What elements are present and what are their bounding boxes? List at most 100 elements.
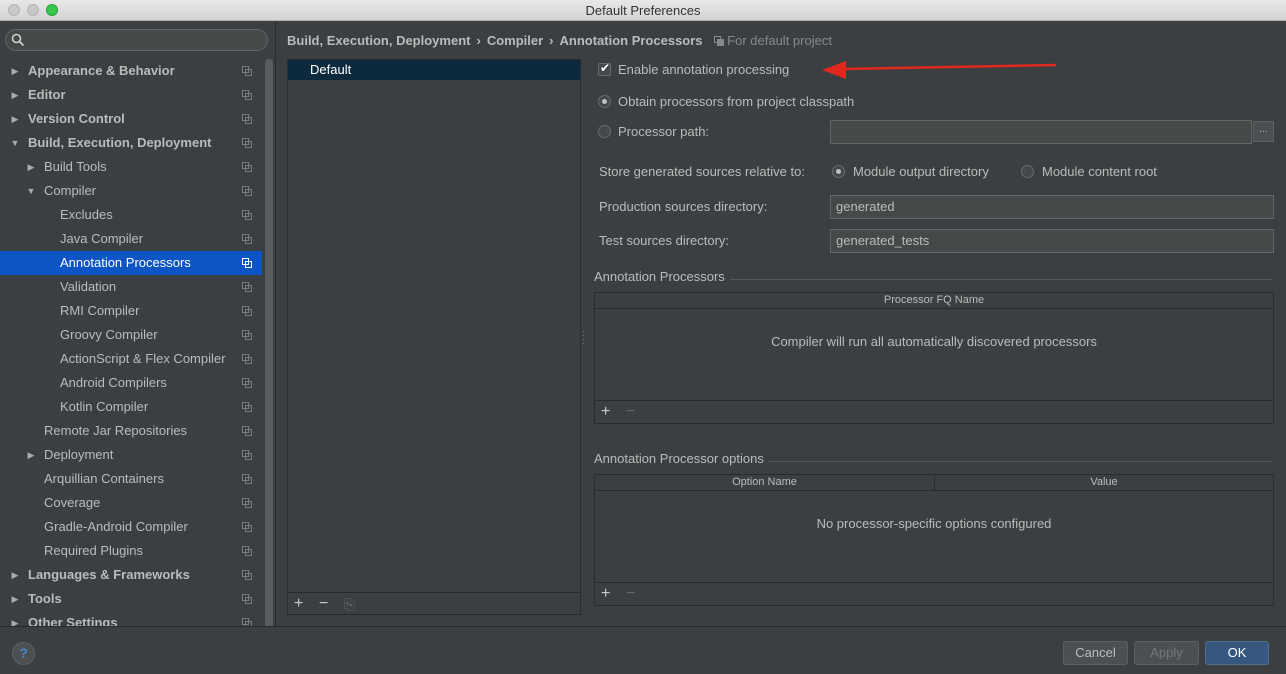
- check-icon: ✔: [600, 61, 611, 75]
- processor-path-label: Processor path:: [618, 124, 710, 139]
- collapsed-arrow-icon[interactable]: ▶: [10, 83, 20, 107]
- column-option-name[interactable]: Option Name: [595, 475, 934, 490]
- sidebar-item-appearance-behavior[interactable]: ▶ Appearance & Behavior: [0, 59, 262, 83]
- sidebar-item-excludes[interactable]: Excludes: [0, 203, 262, 227]
- sidebar-item-android-compilers[interactable]: Android Compilers: [0, 371, 262, 395]
- sidebar-item-arquillian-containers[interactable]: Arquillian Containers: [0, 467, 262, 491]
- project-scope-icon: [242, 66, 252, 76]
- processors-table-header: Processor FQ Name: [595, 293, 1273, 309]
- copy-profile-button[interactable]: ⎘: [344, 595, 355, 613]
- sidebar-item-deployment[interactable]: ▶ Deployment: [0, 443, 262, 467]
- project-scope-icon: [242, 210, 252, 220]
- project-scope-icon: [242, 450, 252, 460]
- close-window-button[interactable]: [8, 4, 20, 16]
- sidebar-item-label: Languages & Frameworks: [28, 567, 190, 582]
- section-divider: [768, 461, 1273, 462]
- search-icon: [11, 33, 25, 47]
- sidebar-item-remote-jar-repositories[interactable]: Remote Jar Repositories: [0, 419, 262, 443]
- collapsed-arrow-icon[interactable]: ▶: [10, 107, 20, 131]
- minimize-window-button[interactable]: [27, 4, 39, 16]
- zoom-window-button[interactable]: [46, 4, 58, 16]
- expanded-arrow-icon[interactable]: ▼: [10, 131, 20, 155]
- module-content-root-label: Module content root: [1042, 164, 1157, 179]
- project-scope-icon: [242, 594, 252, 604]
- sidebar-item-gradle-android-compiler[interactable]: Gradle-Android Compiler: [0, 515, 262, 539]
- sidebar-item-label: Excludes: [60, 207, 113, 222]
- sidebar-item-build-execution-deployment[interactable]: ▼ Build, Execution, Deployment: [0, 131, 262, 155]
- settings-search-input[interactable]: [5, 29, 268, 51]
- collapsed-arrow-icon[interactable]: ▶: [10, 563, 20, 587]
- add-option-button[interactable]: +: [601, 585, 610, 603]
- remove-profile-button[interactable]: −: [319, 595, 328, 613]
- test-dir-label: Test sources directory:: [599, 233, 730, 248]
- default-project-hint-text: For default project: [727, 33, 832, 48]
- module-content-root-radio[interactable]: [1021, 165, 1034, 178]
- sidebar-item-editor[interactable]: ▶ Editor: [0, 83, 262, 107]
- module-output-directory-radio[interactable]: [832, 165, 845, 178]
- enable-annotation-processing-checkbox[interactable]: ✔: [598, 61, 611, 76]
- breadcrumb-item: Build, Execution, Deployment: [287, 33, 471, 48]
- sidebar-item-tools[interactable]: ▶ Tools: [0, 587, 262, 611]
- apply-button[interactable]: Apply: [1134, 641, 1199, 665]
- settings-tree: ▶ Appearance & Behavior ▶ Editor ▶ Version Co…: [0, 59, 262, 626]
- column-processor-fq-name[interactable]: Processor FQ Name: [595, 293, 1273, 308]
- store-relative-label: Store generated sources relative to:: [599, 164, 805, 179]
- add-processor-button[interactable]: +: [601, 403, 610, 421]
- sidebar-item-label: Compiler: [44, 183, 97, 198]
- sidebar-item-languages-frameworks[interactable]: ▶ Languages & Frameworks: [0, 563, 262, 587]
- processor-path-radio[interactable]: [598, 125, 611, 138]
- collapsed-arrow-icon[interactable]: ▶: [10, 611, 20, 626]
- processor-path-browse-button[interactable]: ...: [1253, 121, 1274, 142]
- default-project-hint: For default project: [714, 33, 832, 48]
- sidebar-item-label: Validation: [60, 279, 117, 294]
- sidebar-item-actionscript-flex-compiler[interactable]: ActionScript & Flex Compiler: [0, 347, 262, 371]
- sidebar-item-label: Gradle-Android Compiler: [44, 519, 188, 534]
- ok-button[interactable]: OK: [1205, 641, 1269, 665]
- project-scope-icon: [242, 186, 252, 196]
- sidebar-item-annotation-processors[interactable]: Annotation Processors: [0, 251, 262, 275]
- sidebar-item-compiler[interactable]: ▼ Compiler: [0, 179, 262, 203]
- collapsed-arrow-icon[interactable]: ▶: [26, 443, 36, 467]
- splitter-handle[interactable]: · · · ·: [582, 328, 586, 348]
- project-scope-icon: [242, 402, 252, 412]
- breadcrumb: Build, Execution, Deployment › Compiler › An…: [287, 32, 832, 50]
- sidebar-item-label: Editor: [28, 87, 66, 102]
- project-scope-icon: [242, 354, 252, 364]
- sidebar-item-required-plugins[interactable]: Required Plugins: [0, 539, 262, 563]
- remove-option-button[interactable]: −: [626, 585, 635, 603]
- sidebar-item-label: Groovy Compiler: [60, 327, 158, 342]
- sidebar-item-label: Arquillian Containers: [44, 471, 164, 486]
- sidebar-item-label: Version Control: [28, 111, 125, 126]
- breadcrumb-item: Compiler: [486, 33, 544, 48]
- sidebar-item-build-tools[interactable]: ▶ Build Tools: [0, 155, 262, 179]
- processor-path-input[interactable]: [830, 120, 1252, 144]
- sidebar-item-kotlin-compiler[interactable]: Kotlin Compiler: [0, 395, 262, 419]
- sidebar-item-coverage[interactable]: Coverage: [0, 491, 262, 515]
- help-button[interactable]: ?: [12, 642, 35, 665]
- test-dir-input[interactable]: generated_tests: [830, 229, 1274, 253]
- column-value[interactable]: Value: [934, 475, 1273, 490]
- project-scope-icon: [242, 258, 252, 268]
- sidebar-item-label: Tools: [28, 591, 62, 606]
- sidebar-item-version-control[interactable]: ▶ Version Control: [0, 107, 262, 131]
- sidebar-item-label: ActionScript & Flex Compiler: [60, 351, 226, 366]
- production-dir-input[interactable]: generated: [830, 195, 1274, 219]
- project-scope-icon: [242, 90, 252, 100]
- collapsed-arrow-icon[interactable]: ▶: [10, 587, 20, 611]
- add-profile-button[interactable]: +: [294, 595, 303, 613]
- cancel-button[interactable]: Cancel: [1063, 641, 1128, 665]
- collapsed-arrow-icon[interactable]: ▶: [10, 59, 20, 83]
- profile-item-default[interactable]: Default: [288, 60, 580, 80]
- sidebar-item-validation[interactable]: Validation: [0, 275, 262, 299]
- processors-empty-text: Compiler will run all automatically disc…: [771, 334, 1097, 349]
- sidebar-item-java-compiler[interactable]: Java Compiler: [0, 227, 262, 251]
- sidebar-item-groovy-compiler[interactable]: Groovy Compiler: [0, 323, 262, 347]
- sidebar-item-other-settings[interactable]: ▶ Other Settings: [0, 611, 262, 626]
- sidebar-item-rmi-compiler[interactable]: RMI Compiler: [0, 299, 262, 323]
- sidebar-scrollbar[interactable]: [265, 59, 273, 626]
- remove-processor-button[interactable]: −: [626, 403, 635, 421]
- collapsed-arrow-icon[interactable]: ▶: [26, 155, 36, 179]
- expanded-arrow-icon[interactable]: ▼: [26, 179, 36, 203]
- obtain-from-classpath-radio[interactable]: [598, 95, 611, 108]
- project-scope-icon: [242, 234, 252, 244]
